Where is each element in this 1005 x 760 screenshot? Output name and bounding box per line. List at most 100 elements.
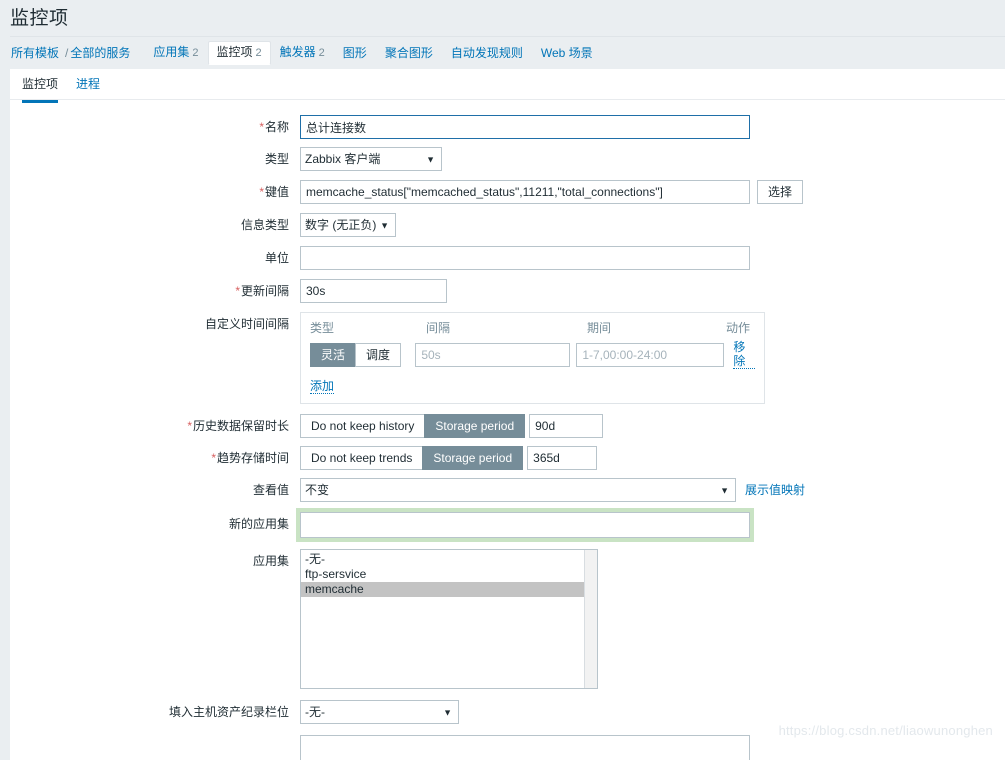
label-new-application: 新的应用集: [228, 517, 289, 531]
show-value-mappings-link[interactable]: 展示值映射: [745, 478, 805, 502]
type-select-wrap: Zabbix 客户端 ▼: [300, 147, 442, 171]
add-interval-link[interactable]: 添加: [310, 379, 335, 394]
breadcrumb-item-count: 2: [255, 47, 262, 59]
custom-interval-period-input[interactable]: [576, 342, 725, 367]
breadcrumb-item-web-scenarios[interactable]: Web 场景: [532, 42, 602, 65]
breadcrumb-template-group: 所有模板 / 全部的服务: [11, 42, 144, 65]
custom-intervals-box: 类型 间隔 期间 动作 灵活 调度 移除: [300, 312, 765, 404]
custom-interval-row: 灵活 调度 移除: [310, 340, 755, 369]
custom-intervals-header: 类型 间隔 期间 动作: [310, 319, 755, 340]
description-textarea[interactable]: [300, 735, 750, 760]
label-update-interval-text: 更新间隔: [240, 284, 289, 298]
interval-mode-scheduling[interactable]: 调度: [355, 342, 402, 367]
breadcrumb-item-label: 自动发现规则: [450, 45, 523, 60]
required-marker: *: [187, 419, 192, 433]
sub-tab-bar: 监控项 进程: [10, 69, 1005, 103]
tab-preprocessing[interactable]: 进程: [76, 75, 100, 100]
form-row-trends: *趋势存储时间 Do not keep trends Storage perio…: [10, 446, 1005, 470]
applications-listbox[interactable]: -无- ftp-sersvice memcache: [300, 549, 598, 689]
value-type-select[interactable]: 数字 (无正负): [300, 213, 396, 237]
form-row-history: *历史数据保留时长 Do not keep history Storage pe…: [10, 414, 1005, 438]
key-input[interactable]: [300, 180, 750, 204]
label-key: *键值: [10, 180, 300, 204]
inventory-field-select[interactable]: -无-: [300, 700, 459, 724]
breadcrumb-item-items[interactable]: 监控项 2: [207, 41, 271, 65]
label-update-interval: *更新间隔: [10, 279, 300, 303]
content-panel: 监控项 进程 *名称 类型 Zabbix 客户端 ▼: [10, 69, 1005, 760]
breadcrumb-item-label: Web 场景: [540, 45, 593, 60]
form-row-show-value: 查看值 不变 ▼ 展示值映射: [10, 478, 1005, 502]
select-key-button[interactable]: 选择: [757, 180, 803, 204]
trends-do-not-keep[interactable]: Do not keep trends: [300, 446, 423, 470]
update-interval-input[interactable]: [300, 279, 447, 303]
zabbix-item-config-page: 监控项 所有模板 / 全部的服务 应用集 2 监控项 2 触发器 2 图形 聚合…: [0, 0, 1005, 760]
list-item[interactable]: memcache: [301, 582, 597, 597]
trends-value-input[interactable]: [527, 446, 598, 470]
units-input[interactable]: [300, 246, 750, 270]
tab-item[interactable]: 监控项: [22, 75, 59, 103]
list-item[interactable]: ftp-sersvice: [301, 567, 597, 582]
label-name-text: 名称: [264, 120, 289, 134]
show-value-select[interactable]: 不变: [300, 478, 736, 502]
label-trends-text: 趋势存储时间: [216, 451, 289, 465]
history-value-input[interactable]: [529, 414, 604, 438]
label-inventory-field: 填入主机资产纪录栏位: [168, 705, 289, 719]
history-do-not-keep[interactable]: Do not keep history: [300, 414, 425, 438]
breadcrumb-item-screens[interactable]: 聚合图形: [376, 42, 442, 65]
label-name: *名称: [10, 115, 300, 139]
inventory-field-select-wrap: -无- ▼: [300, 700, 459, 724]
remove-interval-link[interactable]: 移除: [733, 340, 755, 369]
new-application-input[interactable]: [300, 512, 750, 538]
breadcrumb-item-label: 应用集: [153, 45, 190, 59]
interval-mode-flexible[interactable]: 灵活: [310, 342, 356, 367]
breadcrumb-item-applications[interactable]: 应用集 2: [144, 41, 207, 65]
page-title: 监控项: [10, 8, 69, 29]
type-select[interactable]: Zabbix 客户端: [300, 147, 442, 171]
column-header-action: 动作: [726, 321, 751, 335]
custom-interval-value-input[interactable]: [415, 342, 571, 367]
name-input[interactable]: [300, 115, 750, 139]
column-header-type: 类型: [310, 321, 335, 335]
label-trends: *趋势存储时间: [10, 446, 300, 470]
breadcrumb-item-graphs[interactable]: 图形: [334, 42, 376, 65]
required-marker: *: [211, 451, 216, 465]
breadcrumb-item-label: 图形: [342, 45, 367, 60]
list-item[interactable]: -无-: [301, 552, 597, 567]
header-band: 监控项: [0, 0, 1005, 36]
item-form: *名称 类型 Zabbix 客户端 ▼: [10, 100, 1005, 760]
breadcrumb-item-discovery-rules[interactable]: 自动发现规则: [442, 42, 532, 65]
required-marker: *: [259, 185, 264, 199]
form-row-type: 类型 Zabbix 客户端 ▼: [10, 147, 1005, 171]
label-show-value: 查看值: [252, 483, 289, 497]
form-row-new-application: 新的应用集: [10, 512, 1005, 538]
label-history: *历史数据保留时长: [10, 414, 300, 438]
form-row-applications: 应用集 -无- ftp-sersvice memcache: [10, 549, 1005, 689]
label-applications: 应用集: [252, 554, 289, 568]
label-history-text: 历史数据保留时长: [192, 419, 289, 433]
required-marker: *: [259, 120, 264, 134]
breadcrumb-item-label: 监控项: [216, 45, 253, 59]
form-row-update-interval: *更新间隔: [10, 279, 1005, 303]
label-units: 单位: [264, 251, 289, 265]
trends-storage-period[interactable]: Storage period: [422, 446, 524, 470]
form-row-inventory-field: 填入主机资产纪录栏位 -无- ▼: [10, 700, 1005, 724]
trends-mode-toggle: Do not keep trends Storage period: [300, 446, 524, 470]
show-value-select-wrap: 不变 ▼: [300, 478, 736, 502]
form-row-custom-intervals: 自定义时间间隔 类型 间隔 期间 动作 灵活 调度 50s 1-7,00:00-…: [10, 312, 1005, 404]
breadcrumb-item-triggers[interactable]: 触发器 2: [271, 41, 334, 65]
listbox-scrollbar[interactable]: [584, 550, 597, 688]
breadcrumb-item-label: 聚合图形: [384, 45, 433, 60]
breadcrumb: 所有模板 / 全部的服务 应用集 2 监控项 2 触发器 2 图形 聚合图形 自…: [11, 37, 602, 69]
form-row-name: *名称: [10, 115, 1005, 139]
interval-mode-toggle: 灵活 调度: [310, 342, 409, 367]
label-value-type: 信息类型: [240, 218, 289, 232]
form-row-units: 单位: [10, 246, 1005, 270]
column-header-period: 期间: [587, 321, 612, 335]
breadcrumb-host-name[interactable]: 全部的服务: [70, 42, 134, 65]
breadcrumb-item-count: 2: [318, 47, 325, 59]
label-key-text: 键值: [264, 185, 289, 199]
breadcrumb-all-templates[interactable]: 所有模板: [11, 42, 63, 65]
breadcrumb-separator: /: [65, 45, 69, 60]
history-storage-period[interactable]: Storage period: [424, 414, 526, 438]
history-mode-toggle: Do not keep history Storage period: [300, 414, 526, 438]
